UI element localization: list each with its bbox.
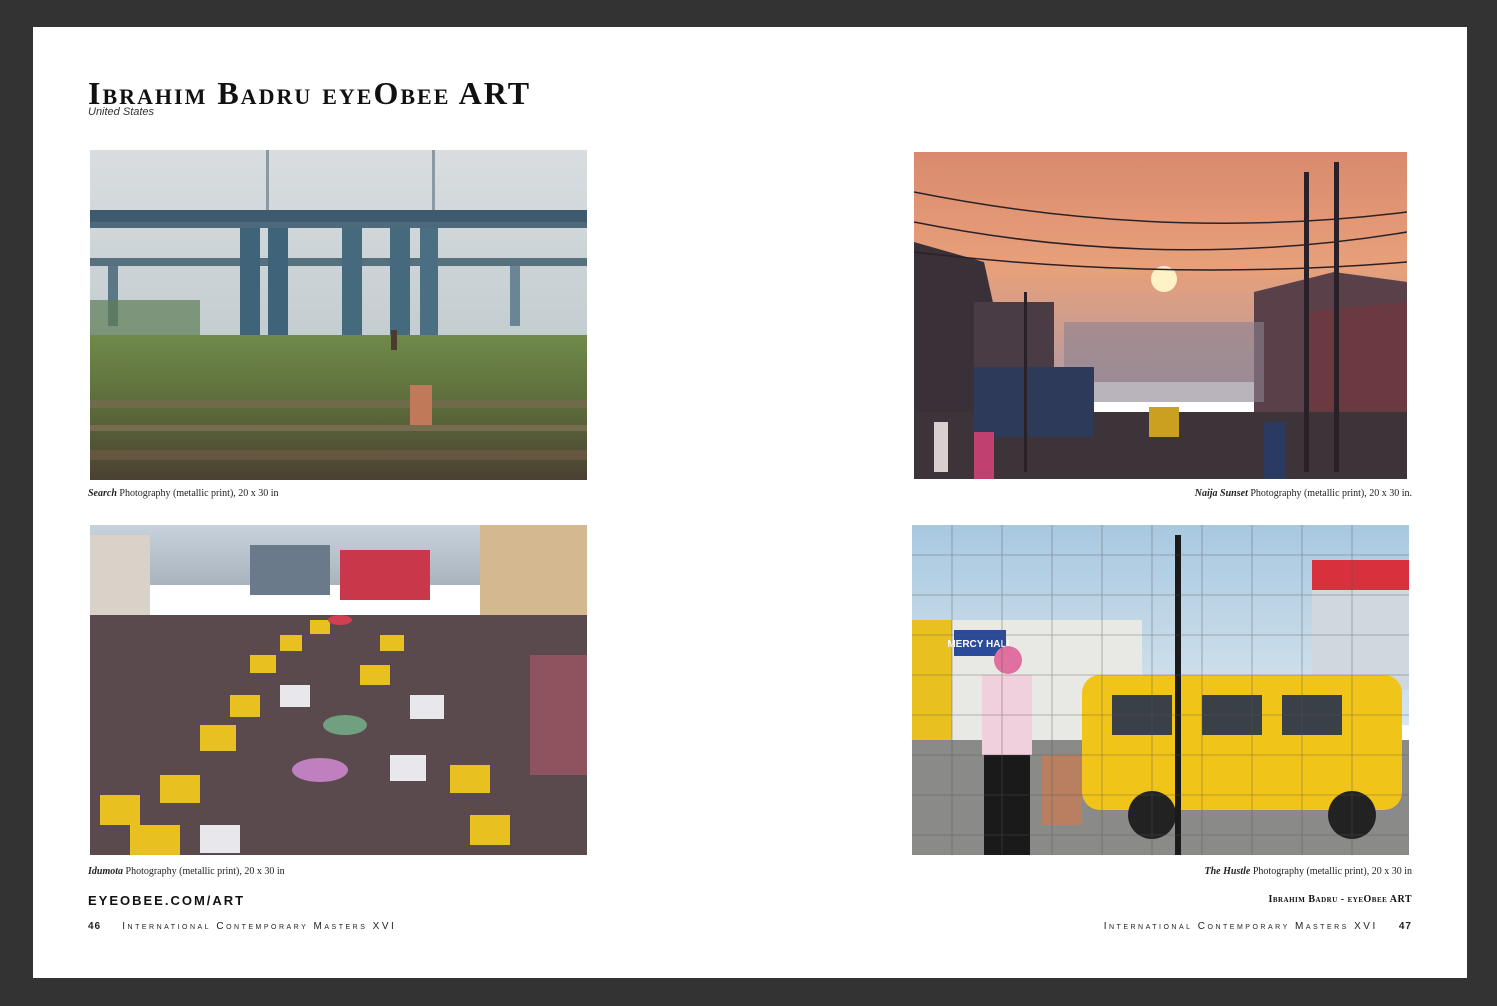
caption-the-hustle: The Hustle Photography (metallic print),…	[1205, 866, 1412, 878]
caption-search: Search Photography (metallic print), 20 …	[88, 488, 279, 500]
caption-naija-sunset: Naija Sunset Photography (metallic print…	[1195, 488, 1412, 500]
artist-credit: Ibrahim Badru - eyeObee ART	[1268, 894, 1412, 905]
right-publication-name: International Contemporary Masters XVI	[1103, 921, 1378, 932]
photo-search	[90, 150, 587, 480]
photo-naija-sunset	[914, 152, 1407, 479]
caption-idumota: Idumota Photography (metallic print), 20…	[88, 866, 285, 878]
caption-idumota-details: Photography (metallic print), 20 x 30 in	[125, 866, 285, 877]
left-page-number: 46	[88, 921, 102, 932]
photo-the-hustle: MERCY HALL	[912, 525, 1409, 855]
left-folio: 46 International Contemporary Masters XV…	[88, 921, 396, 932]
caption-the-hustle-details: Photography (metallic print), 20 x 30 in	[1252, 866, 1412, 877]
caption-the-hustle-title: The Hustle	[1204, 866, 1251, 877]
right-folio: International Contemporary Masters XVI 4…	[1104, 921, 1412, 932]
right-page-number: 47	[1398, 921, 1412, 932]
photo-idumota	[90, 525, 587, 855]
caption-naija-sunset-details: Photography (metallic print), 20 x 30 in…	[1250, 488, 1412, 499]
caption-search-details: Photography (metallic print), 20 x 30 in	[119, 488, 279, 499]
website-link[interactable]: EYEOBEE.COM/ART	[88, 893, 245, 908]
caption-naija-sunset-title: Naija Sunset	[1194, 488, 1248, 499]
artist-country: United States	[88, 106, 155, 118]
caption-idumota-title: Idumota	[88, 866, 124, 877]
left-publication-name: International Contemporary Masters XVI	[122, 921, 397, 932]
caption-search-title: Search	[88, 488, 117, 499]
magazine-spread: Ibrahim Badru eyeObee ART United States	[33, 27, 1467, 978]
artist-title: Ibrahim Badru eyeObee ART	[88, 75, 532, 111]
